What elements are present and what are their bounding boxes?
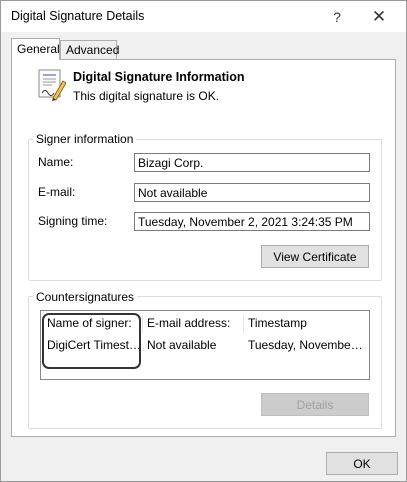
signature-status-text: This digital signature is OK. (73, 89, 220, 103)
email-label: E-mail: (38, 185, 76, 199)
email-cell: Not available (147, 338, 217, 352)
signature-info-title: Digital Signature Information (73, 70, 245, 84)
highlight-box (42, 313, 141, 369)
signing-time-field[interactable]: Tuesday, November 2, 2021 3:24:35 PM (134, 212, 370, 231)
column-header-email[interactable]: E-mail address: (147, 316, 242, 330)
timestamp-cell: Tuesday, November ... (248, 338, 366, 352)
column-header-timestamp[interactable]: Timestamp (248, 316, 366, 330)
certificate-icon (38, 69, 66, 101)
signing-time-label: Signing time: (38, 214, 108, 228)
dialog-window: Digital Signature Details ? ✕ General Ad… (0, 0, 407, 482)
name-label: Name: (38, 155, 74, 169)
name-field[interactable]: Bizagi Corp. (134, 153, 370, 172)
close-button[interactable]: ✕ (357, 1, 401, 32)
column-divider[interactable] (142, 315, 143, 333)
help-button[interactable]: ? (315, 1, 359, 32)
ok-button[interactable]: OK (326, 452, 398, 475)
column-divider[interactable] (243, 315, 244, 333)
signer-info-legend: Signer information (33, 132, 137, 146)
title-bar: Digital Signature Details ? ✕ (1, 1, 406, 32)
view-certificate-button[interactable]: View Certificate (261, 245, 369, 268)
details-button[interactable]: Details (261, 393, 369, 416)
window-title: Digital Signature Details (11, 9, 145, 23)
tab-advanced[interactable]: Advanced (60, 40, 119, 59)
countersignatures-legend: Countersignatures (33, 290, 138, 304)
tab-general[interactable]: General (11, 38, 60, 60)
email-field[interactable]: Not available (134, 183, 370, 202)
